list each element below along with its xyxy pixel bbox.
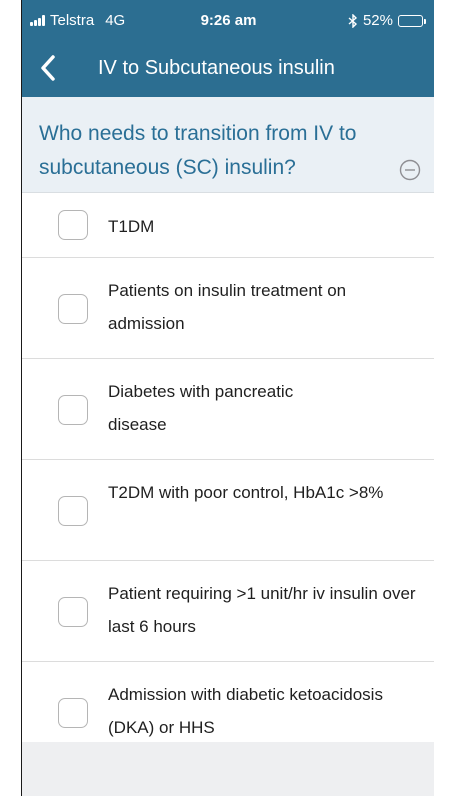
checklist-item[interactable]: Patient requiring >1 unit/hr iv insulin … [22,561,434,662]
minus-circle-icon[interactable] [399,159,421,181]
checklist-item[interactable]: Diabetes with pancreatic disease [22,359,434,460]
checkbox[interactable] [58,395,88,425]
checklist-item-label: Admission with diabetic ketoacidosis (DK… [108,685,383,737]
checklist-item-label: Patients on insulin treatment on admissi… [108,281,347,333]
checklist-item-label: Diabetes with pancreatic disease [108,382,294,434]
question-header: Who needs to transition from IV to subcu… [22,97,434,193]
back-button[interactable] [32,52,64,84]
checkbox[interactable] [58,496,88,526]
checkbox[interactable] [58,294,88,324]
question-text: Who needs to transition from IV to subcu… [39,122,357,179]
footer-area [22,742,434,796]
page-title: IV to Subcutaneous insulin [98,57,335,79]
status-right: 52% [348,12,426,29]
checklist-item-label: T2DM with poor control, HbA1c >8% [108,483,384,502]
checklist-item[interactable]: Patients on insulin treatment on admissi… [22,258,434,359]
bluetooth-icon [348,13,357,28]
checkbox[interactable] [58,210,88,240]
checkbox[interactable] [58,698,88,728]
checklist-item[interactable]: T1DM [22,193,434,258]
checklist-item-label: Patient requiring >1 unit/hr iv insulin … [108,584,416,636]
checklist-item-label: T1DM [108,217,155,236]
battery-percent: 52% [362,12,393,29]
app-screen: Telstra 4G 9:26 am 52% IV to Subcutaneou… [21,0,434,796]
battery-icon [398,14,426,27]
criteria-checklist: T1DM Patients on insulin treatment on ad… [22,193,434,763]
chevron-left-icon [41,55,55,81]
status-bar: Telstra 4G 9:26 am 52% [22,0,434,40]
navigation-bar: IV to Subcutaneous insulin [22,40,434,97]
checkbox[interactable] [58,597,88,627]
checklist-item[interactable]: T2DM with poor control, HbA1c >8% [22,460,434,561]
